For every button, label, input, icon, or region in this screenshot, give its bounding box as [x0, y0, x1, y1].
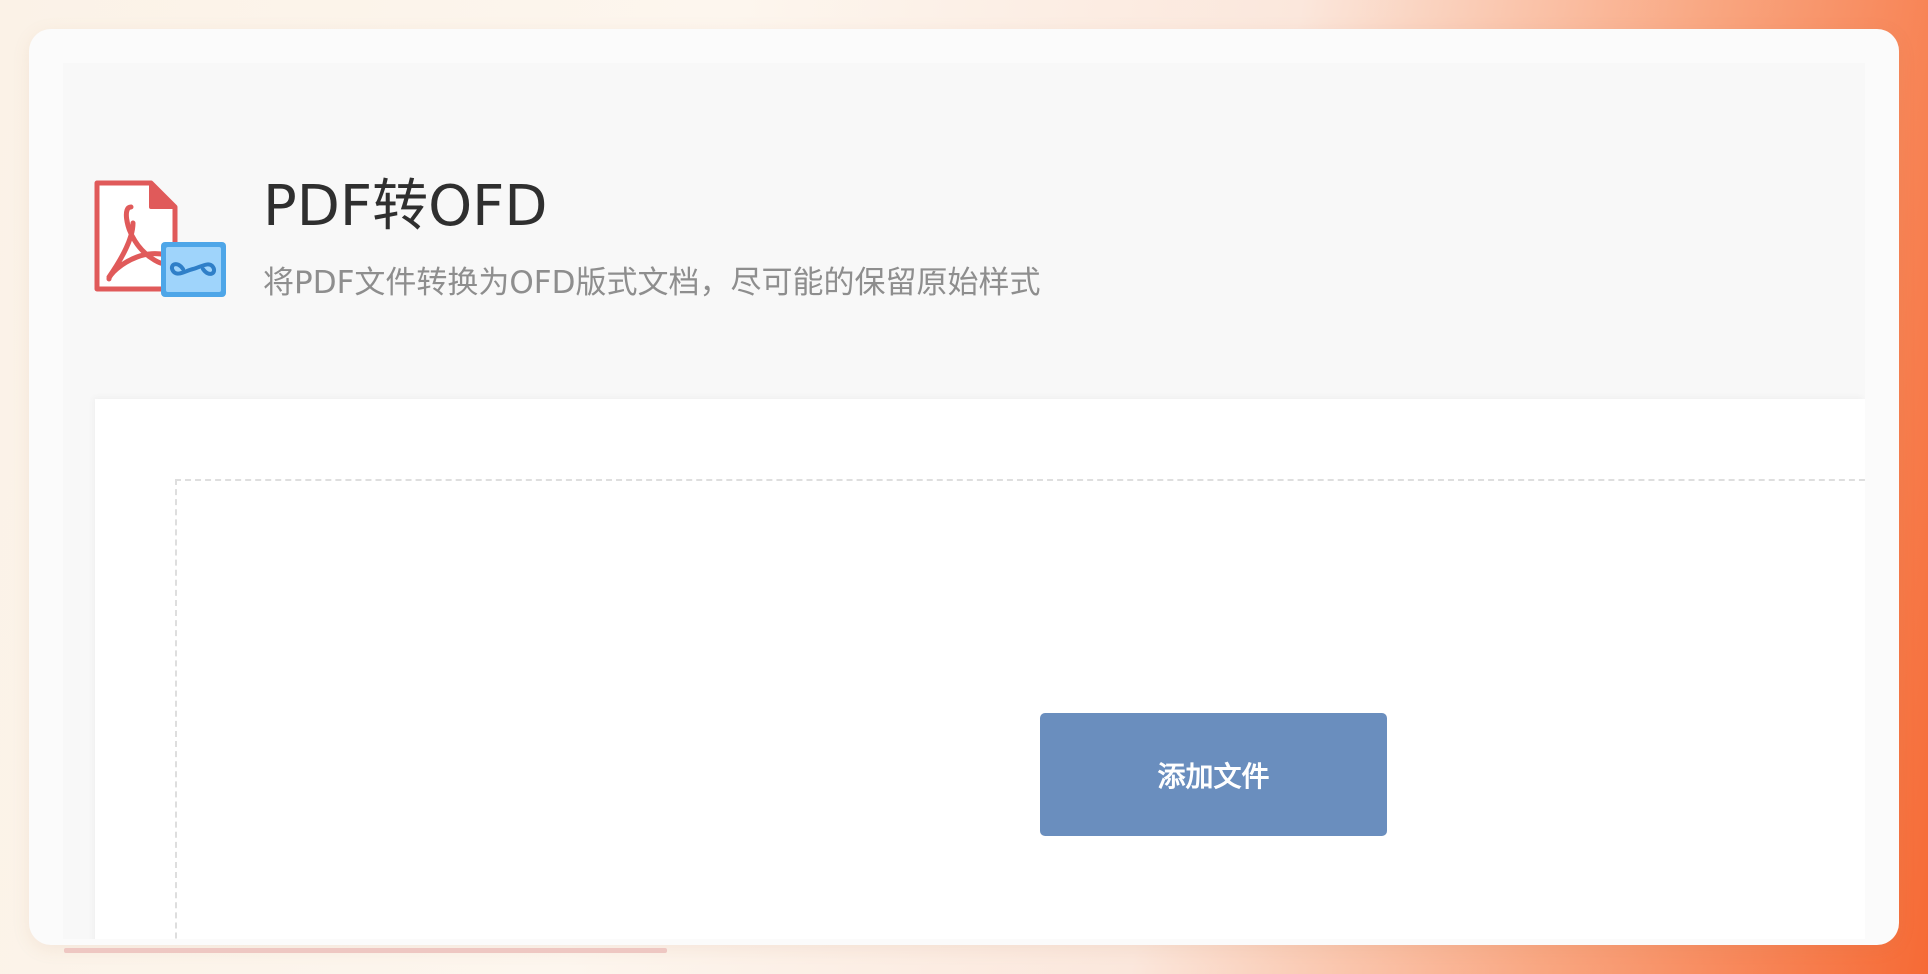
file-drop-zone[interactable]	[175, 479, 1865, 939]
app-window: PDF转OFD 将PDF文件转换为OFD版式文档，尽可能的保留原始样式 添加文件	[29, 29, 1899, 945]
page-title: PDF转OFD	[263, 174, 548, 239]
page-subtitle: 将PDF文件转换为OFD版式文档，尽可能的保留原始样式	[263, 265, 1041, 301]
tool-header: PDF转OFD 将PDF文件转换为OFD版式文档，尽可能的保留原始样式	[63, 63, 1865, 369]
file-panel	[95, 399, 1865, 939]
progress-bar	[64, 948, 667, 953]
pdf-to-ofd-icon	[94, 180, 226, 297]
add-file-button[interactable]: 添加文件	[1040, 713, 1387, 836]
app-screen: PDF转OFD 将PDF文件转换为OFD版式文档，尽可能的保留原始样式	[63, 63, 1865, 939]
